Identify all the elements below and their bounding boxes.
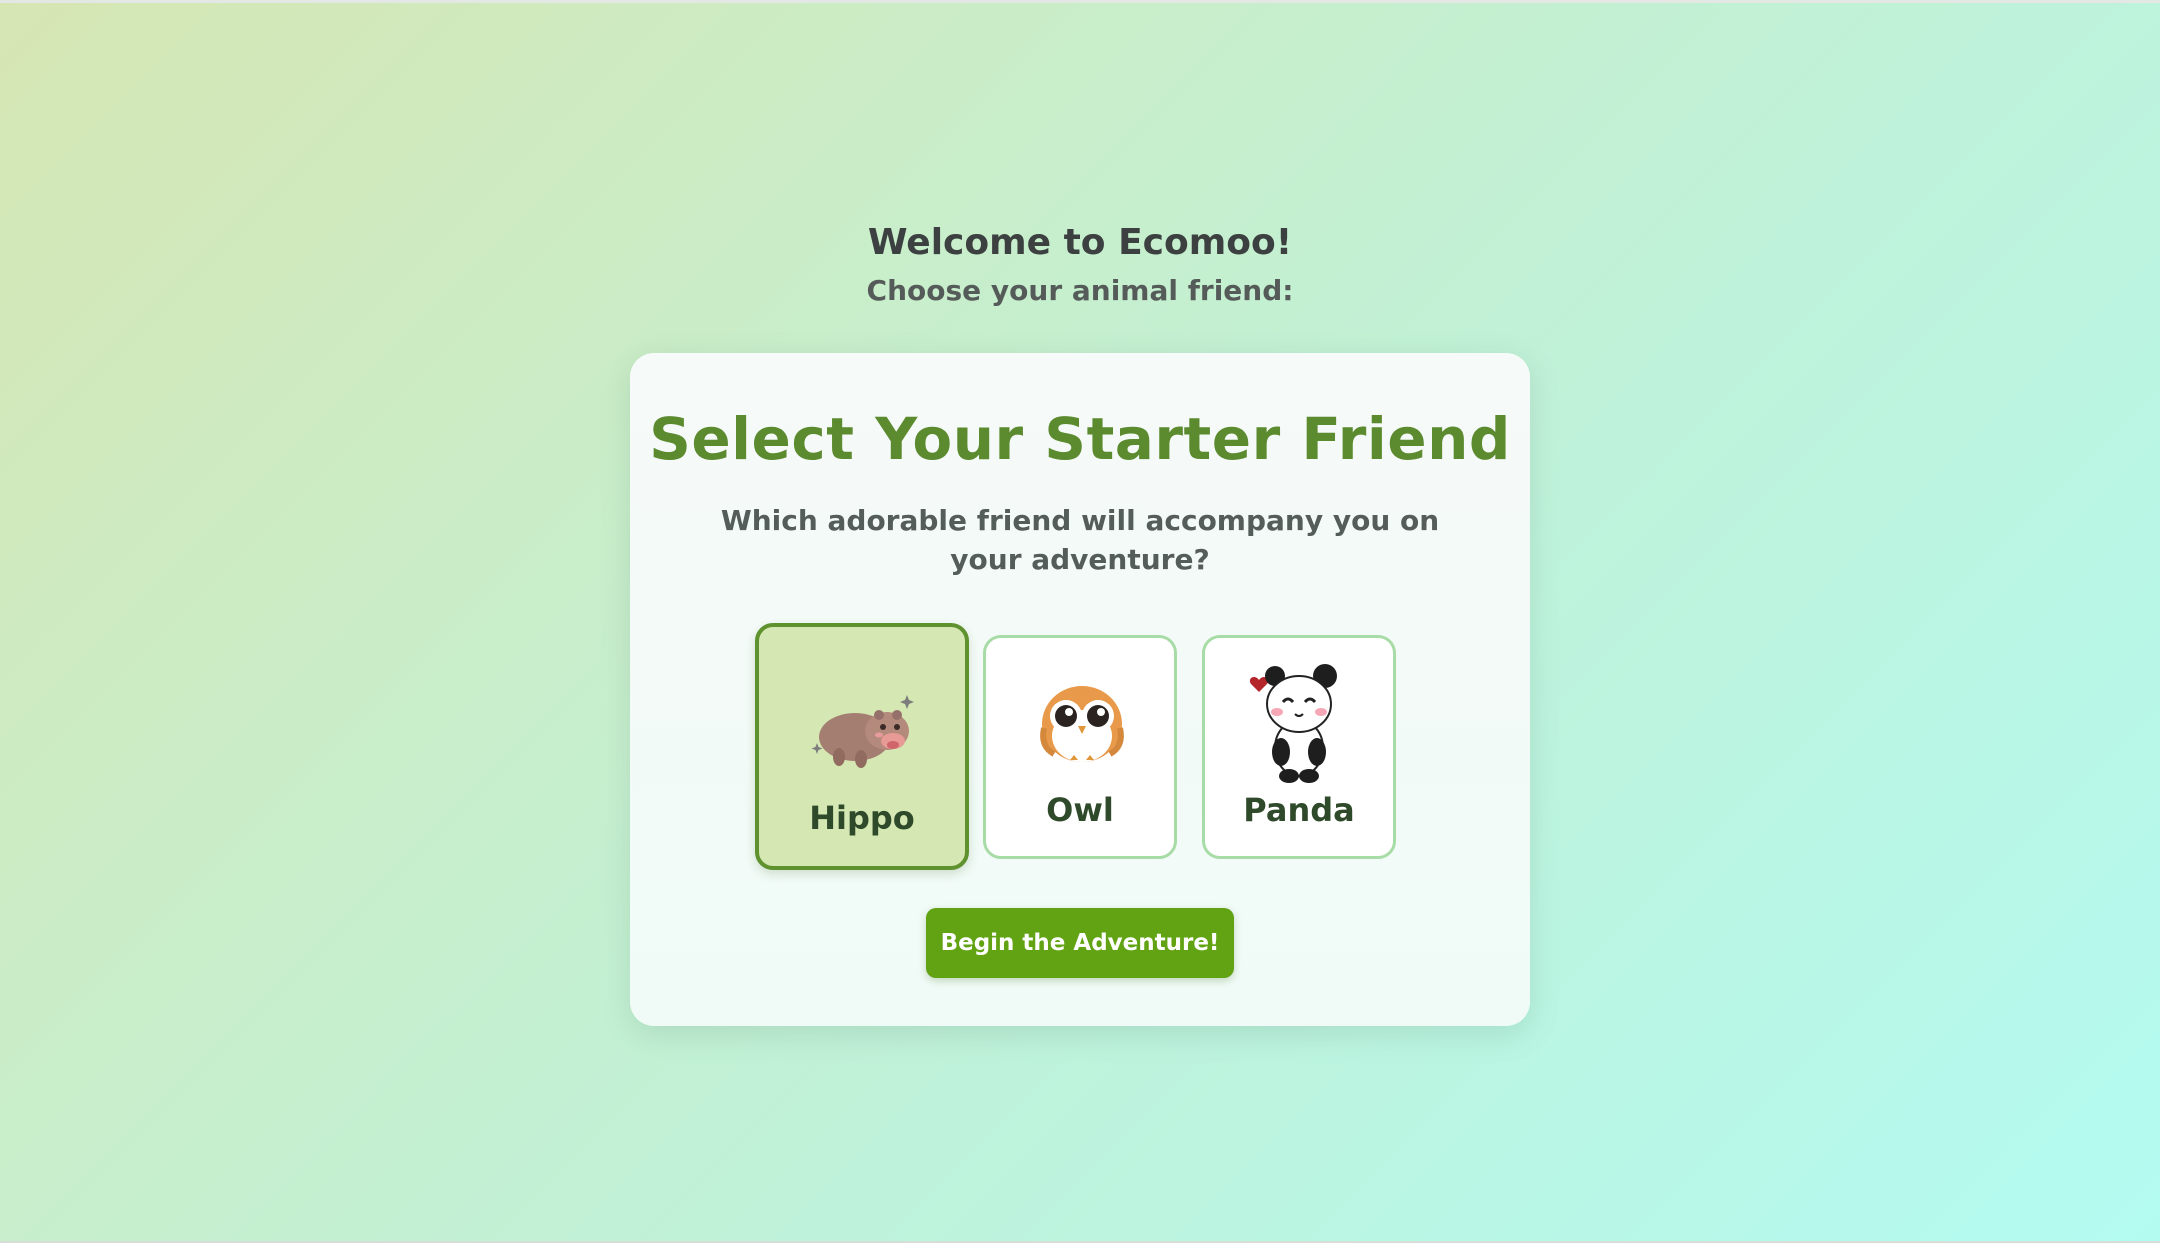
card-title: Select Your Starter Friend	[649, 405, 1511, 473]
option-label-owl: Owl	[1046, 791, 1114, 829]
welcome-heading: Welcome to Ecomoo!	[867, 222, 1293, 263]
begin-adventure-button[interactable]: Begin the Adventure!	[926, 908, 1234, 978]
option-label-panda: Panda	[1243, 791, 1355, 829]
option-panda[interactable]: Panda	[1202, 635, 1396, 859]
owl-icon	[1040, 686, 1124, 762]
top-divider	[0, 0, 2160, 3]
hippo-icon	[811, 695, 914, 768]
panda-icon	[1249, 664, 1337, 783]
option-owl[interactable]: Owl	[983, 635, 1177, 859]
option-label-hippo: Hippo	[809, 799, 915, 837]
option-hippo[interactable]: Hippo	[755, 623, 969, 870]
card-subtitle: Which adorable friend will accompany you…	[720, 504, 1440, 576]
choose-prompt: Choose your animal friend:	[866, 274, 1294, 307]
starter-card: Select Your Starter Friend Which adorabl…	[630, 353, 1530, 1026]
